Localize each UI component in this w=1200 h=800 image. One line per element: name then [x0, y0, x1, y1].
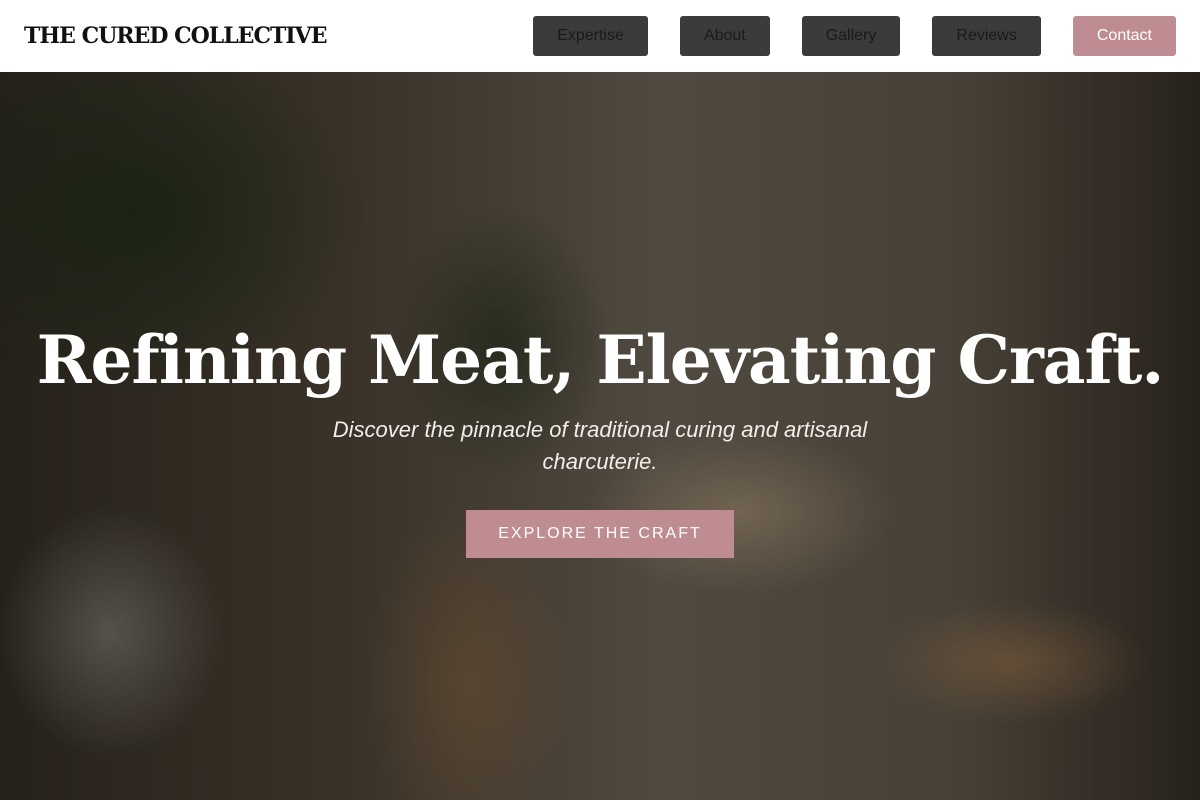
hero-title: Refining Meat, Elevating Craft.: [36, 320, 1165, 399]
nav-about-button[interactable]: About: [679, 16, 770, 56]
nav-contact-button[interactable]: Contact: [1072, 16, 1176, 56]
hero-subtitle: Discover the pinnacle of traditional cur…: [332, 417, 868, 475]
nav-expertise-button[interactable]: Expertise: [533, 16, 648, 56]
explore-craft-button[interactable]: EXPLORE THE CRAFT: [466, 510, 734, 559]
nav-reviews-button[interactable]: Reviews: [932, 16, 1041, 56]
site-header: THE CURED COLLECTIVE Expertise About Gal…: [0, 0, 1200, 72]
hero-section: Refining Meat, Elevating Craft. Discover…: [0, 72, 1200, 800]
nav-gallery-button[interactable]: Gallery: [801, 16, 901, 56]
main-nav: Expertise About Gallery Reviews Contact: [501, 16, 1176, 56]
brand-logo[interactable]: THE CURED COLLECTIVE: [24, 23, 327, 49]
hero-content: Refining Meat, Elevating Craft. Discover…: [0, 72, 1200, 800]
